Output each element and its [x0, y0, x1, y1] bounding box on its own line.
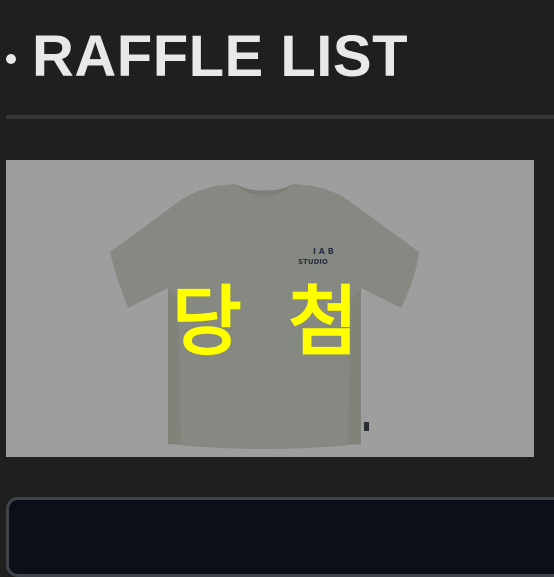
product-logo-line2: STUDIO: [298, 258, 328, 266]
tshirt-product-image: I A B STUDIO: [110, 184, 419, 449]
page-header: RAFFLE LIST: [6, 22, 408, 92]
raffle-item-card[interactable]: I A B STUDIO 당 첨: [6, 160, 534, 457]
next-raffle-card[interactable]: [6, 497, 554, 577]
header-divider: [6, 115, 554, 119]
page-title: RAFFLE LIST: [32, 24, 409, 89]
product-logo-line1: I A B: [313, 247, 334, 256]
bullet-icon: [6, 54, 16, 64]
